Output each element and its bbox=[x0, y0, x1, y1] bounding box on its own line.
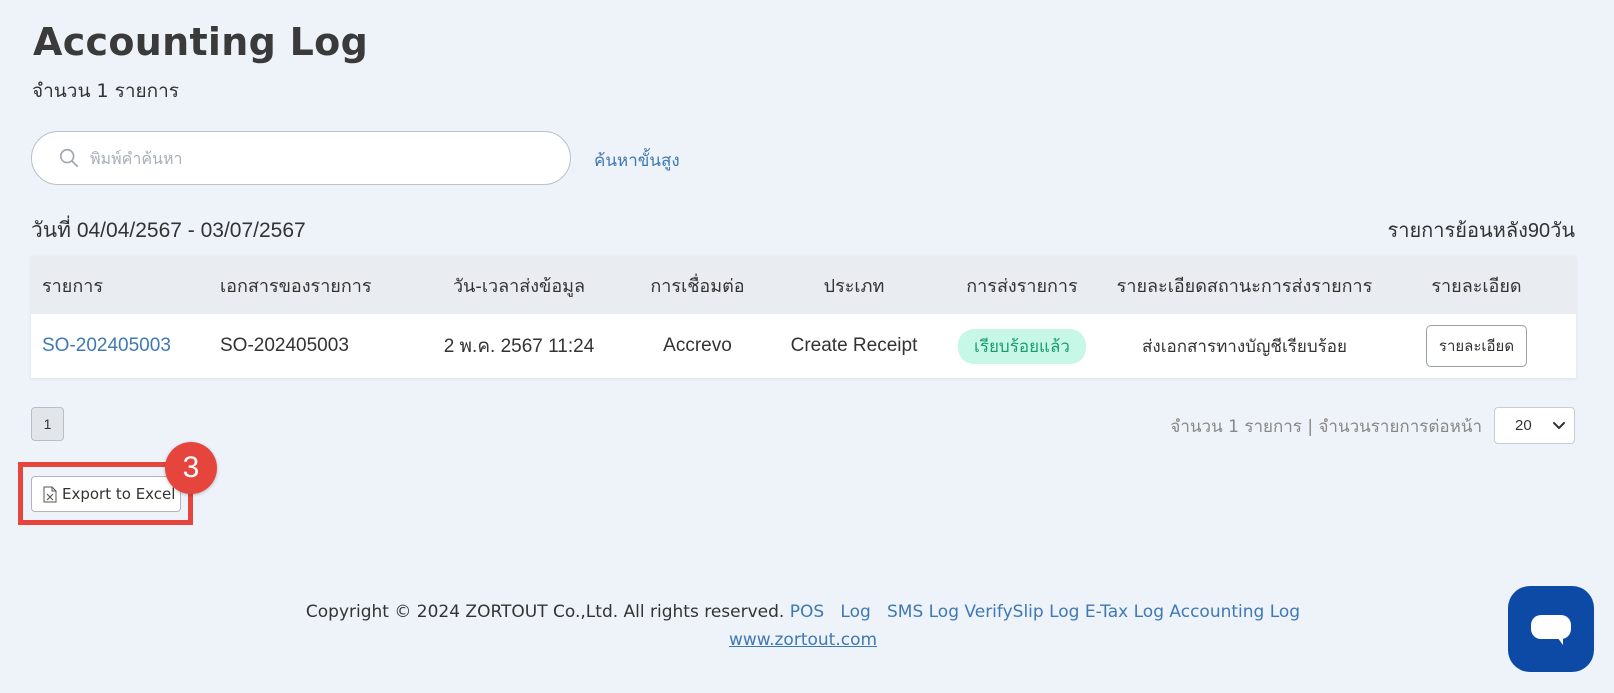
footer-link-log[interactable]: Log bbox=[840, 602, 870, 622]
header-datetime: วัน-เวลาส่งข้อมูล bbox=[452, 275, 586, 297]
accounting-log-table: รายการ เอกสารของรายการ วัน-เวลาส่งข้อมูล… bbox=[31, 256, 1576, 378]
header-order: รายการ bbox=[42, 275, 103, 297]
export-excel-button[interactable]: Export to Excel bbox=[31, 476, 181, 512]
footer-link-pos[interactable]: POS bbox=[790, 602, 824, 622]
chevron-down-icon bbox=[1553, 422, 1565, 429]
footer-website-row: www.zortout.com bbox=[0, 630, 1606, 650]
table-header-row: รายการ เอกสารของรายการ วัน-เวลาส่งข้อมูล… bbox=[31, 256, 1576, 314]
page-title: Accounting Log bbox=[33, 20, 369, 64]
date-range: วันที่ 04/04/2567 - 03/07/2567 bbox=[31, 219, 306, 242]
document-cell: SO-202405003 bbox=[220, 335, 349, 356]
header-status-detail: รายละเอียดสถานะการส่งรายการ bbox=[1116, 275, 1373, 297]
footer-link-etax-log[interactable]: E-Tax Log bbox=[1085, 602, 1164, 622]
footer-link-verifyslip-log[interactable]: VerifySlip Log bbox=[964, 602, 1079, 622]
header-document: เอกสารของรายการ bbox=[220, 275, 372, 297]
datetime-cell: 2 พ.ค. 2567 11:24 bbox=[443, 336, 595, 357]
footer: Copyright © 2024 ZORTOUT Co.,Ltd. All ri… bbox=[0, 602, 1606, 622]
footer-link-accounting-log[interactable]: Accounting Log bbox=[1169, 602, 1300, 622]
header-type: ประเภท bbox=[823, 275, 885, 297]
copyright-text: Copyright © 2024 ZORTOUT Co.,Ltd. All ri… bbox=[305, 602, 785, 622]
website-link[interactable]: www.zortout.com bbox=[729, 630, 877, 650]
search-icon bbox=[59, 148, 79, 168]
status-detail-cell: ส่งเอกสารทางบัญชีเรียบร้อย bbox=[1142, 336, 1347, 357]
page-size-value: 20 bbox=[1515, 417, 1532, 434]
order-link[interactable]: SO-202405003 bbox=[42, 335, 171, 356]
header-detail: รายละเอียด bbox=[1431, 275, 1522, 297]
table-row: SO-202405003 SO-202405003 2 พ.ค. 2567 11… bbox=[31, 314, 1576, 378]
history-note: รายการย้อนหลัง90วัน bbox=[1387, 220, 1575, 242]
excel-file-icon bbox=[43, 486, 57, 502]
type-cell: Create Receipt bbox=[790, 335, 918, 356]
search-box[interactable] bbox=[31, 131, 571, 185]
header-connection: การเชื่อมต่อ bbox=[650, 275, 745, 297]
page-button-1[interactable]: 1 bbox=[31, 407, 64, 441]
detail-button[interactable]: รายละเอียด bbox=[1425, 325, 1528, 367]
page-size-select[interactable]: 20 bbox=[1494, 407, 1575, 444]
pagination-info: จำนวน 1 รายการ | จำนวนรายการต่อหน้า bbox=[1170, 417, 1482, 437]
step-number-badge: 3 bbox=[165, 442, 217, 494]
footer-link-sms-log[interactable]: SMS Log bbox=[887, 602, 959, 622]
advanced-search-link[interactable]: ค้นหาขั้นสูง bbox=[594, 147, 680, 174]
search-input[interactable] bbox=[90, 148, 510, 168]
chat-button[interactable] bbox=[1508, 586, 1594, 672]
header-status: การส่งรายการ bbox=[966, 275, 1078, 297]
connection-cell: Accrevo bbox=[663, 335, 732, 356]
chat-icon bbox=[1531, 615, 1571, 645]
export-label: Export to Excel bbox=[62, 485, 176, 503]
record-count: จำนวน 1 รายการ bbox=[32, 80, 179, 102]
status-badge: เรียบร้อยแล้ว bbox=[958, 328, 1086, 364]
